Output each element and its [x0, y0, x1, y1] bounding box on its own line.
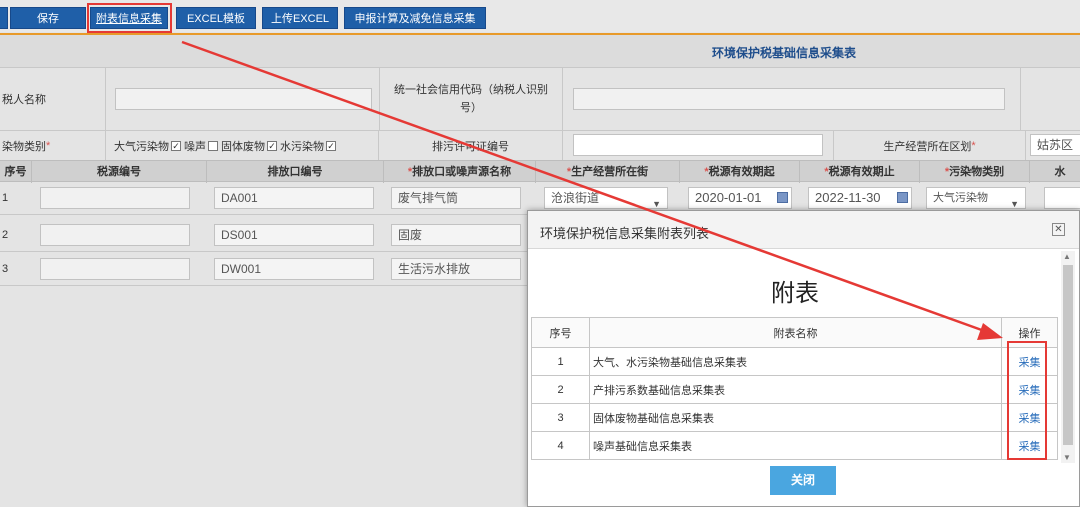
arrow-head: [977, 323, 1003, 340]
arrow-line: [181, 40, 991, 335]
app-window: 保存 附表信息采集 EXCEL模板 上传EXCEL 申报计算及减免信息采集 环境…: [0, 0, 1080, 507]
annotation-arrow: [181, 40, 1003, 340]
